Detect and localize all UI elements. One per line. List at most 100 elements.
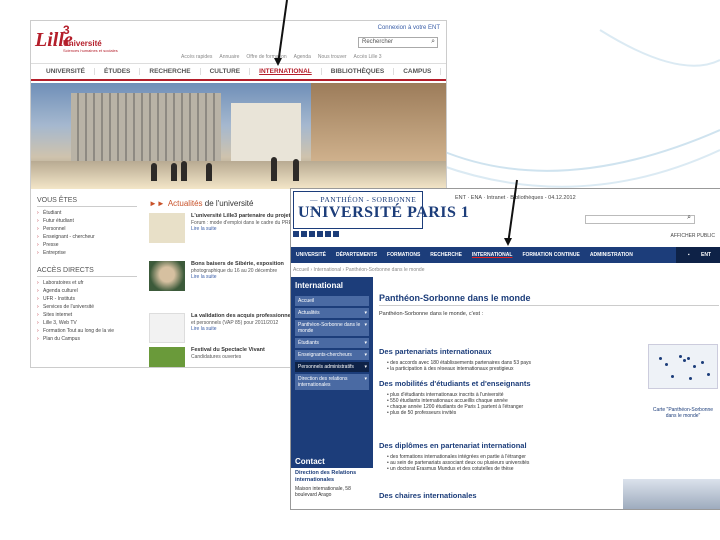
lock-icon: ▪: [687, 252, 691, 258]
bullet-list: • plus d'étudiants internationaux inscri…: [387, 392, 524, 416]
quicklink[interactable]: Accès rapides: [181, 54, 212, 60]
map-caption[interactable]: Carte "Panthéon-Sorbonne dans le monde": [648, 407, 718, 419]
social-icon[interactable]: [309, 231, 315, 237]
news-title[interactable]: Bons baisers de Sibérie, exposition: [191, 261, 284, 267]
nav-item-etudes[interactable]: ÉTUDES: [95, 68, 141, 75]
ent-button[interactable]: ▪ ENT: [675, 247, 720, 263]
social-icon[interactable]: [317, 231, 323, 237]
social-icon[interactable]: [325, 231, 331, 237]
annotation-arrow-head: [274, 58, 282, 66]
section-title: VOUS ÊTES: [37, 195, 137, 207]
news-heading-suffix: de l'université: [204, 199, 254, 208]
paris1-main-nav: UNIVERSITÉ DÉPARTEMENTS FORMATIONS RECHE…: [291, 247, 720, 263]
quicklink[interactable]: Annuaire: [219, 54, 239, 60]
news-title[interactable]: L'université Lille3 partenaire du projet: [191, 213, 290, 219]
list-item[interactable]: Personnel: [37, 225, 137, 233]
logo-universite-paris1: UNIVERSITÉ PARIS 1: [298, 204, 470, 221]
news-desc: photographique du 16 au 20 décembre Lire …: [191, 268, 278, 280]
list-item[interactable]: Étudiant: [37, 209, 137, 217]
social-icon[interactable]: [333, 231, 339, 237]
breadcrumb[interactable]: Accueil › International › Panthéon-Sorbo…: [293, 267, 424, 273]
bullet-list: • des formations internationales intégré…: [387, 454, 530, 472]
list-item[interactable]: Services de l'université: [37, 303, 137, 311]
double-arrow-icon: ►►: [149, 199, 165, 208]
sidebar-item[interactable]: Étudiants ▾: [295, 338, 369, 348]
social-icons: [291, 231, 339, 237]
list-item[interactable]: Entreprise: [37, 249, 137, 257]
world-map-thumbnail[interactable]: [648, 344, 718, 389]
quicklink[interactable]: Accès Lille 3: [354, 54, 382, 60]
chevron-down-icon: ▾: [364, 364, 367, 370]
list-item[interactable]: Formation Tout au long de la vie: [37, 327, 137, 335]
list-item[interactable]: Plan du Campus: [37, 335, 137, 343]
nav-item-bibliotheques[interactable]: BIBLIOTHÈQUES: [322, 68, 395, 75]
paris1-website-screenshot: — PANTHÉON - SORBONNE — UNIVERSITÉ PARIS…: [290, 188, 720, 510]
search-input[interactable]: [585, 215, 695, 224]
social-icon[interactable]: [301, 231, 307, 237]
sidebar-item[interactable]: Actualités ▾: [295, 308, 369, 318]
social-icon[interactable]: [293, 231, 299, 237]
sidebar-item[interactable]: Direction des relations internationales ▾: [295, 374, 369, 390]
sidebar-item-active[interactable]: Personnels administratifs ▾: [295, 362, 369, 372]
nav-item-international[interactable]: INTERNATIONAL: [467, 252, 517, 258]
nav-item-campus[interactable]: CAMPUS: [394, 68, 442, 75]
news-thumbnail: [149, 261, 185, 291]
chevron-down-icon: ▾: [364, 340, 367, 346]
quicklink[interactable]: Nous trouver: [318, 54, 347, 60]
nav-item-recherche[interactable]: RECHERCHE: [140, 68, 201, 75]
search-icon[interactable]: ⌕: [687, 214, 691, 222]
list-item[interactable]: UFR - Instituts: [37, 295, 137, 303]
news-desc: Candidatures ouvertes: [191, 354, 242, 360]
news-thumbnail: [149, 313, 185, 343]
logo-number: 3: [63, 23, 70, 37]
lille-logo[interactable]: Lille 3 Université Sciences humaines et …: [35, 23, 123, 57]
list-item[interactable]: Futur étudiant: [37, 217, 137, 225]
section-heading: Des partenariats internationaux: [379, 347, 492, 356]
list-item[interactable]: Sites internet: [37, 311, 137, 319]
news-heading: ►► Actualités de l'université: [149, 199, 253, 208]
paris1-logo[interactable]: — PANTHÉON - SORBONNE — UNIVERSITÉ PARIS…: [293, 191, 469, 229]
paris1-header: — PANTHÉON - SORBONNE — UNIVERSITÉ PARIS…: [291, 189, 720, 241]
news-thumbnail: [149, 347, 185, 367]
list-item[interactable]: Enseignant - chercheur: [37, 233, 137, 241]
sidebar-item[interactable]: Panthéon-Sorbonne dans le monde ▾: [295, 320, 369, 336]
nav-item-recherche[interactable]: RECHERCHE: [425, 252, 467, 258]
nav-item-universite[interactable]: UNIVERSITÉ: [37, 68, 96, 75]
news-title[interactable]: Festival du Spectacle Vivant: [191, 347, 265, 353]
lille-header: Lille 3 Université Sciences humaines et …: [31, 21, 446, 63]
contact-name[interactable]: Direction des Relations internationales: [291, 468, 373, 486]
page-intro: Panthéon-Sorbonne dans le monde, c'est :: [379, 311, 484, 317]
building-photo: [623, 479, 720, 509]
nav-item-culture[interactable]: CULTURE: [201, 68, 251, 75]
nav-item-formations[interactable]: FORMATIONS: [382, 252, 425, 258]
search-input[interactable]: Rechercher ⌕: [358, 37, 438, 48]
page-title: Panthéon-Sorbonne dans le monde: [379, 293, 719, 306]
list-item[interactable]: Laboratoires et ufr: [37, 279, 137, 287]
chevron-down-icon: ▾: [364, 322, 367, 328]
campus-banner-photo: [31, 83, 446, 189]
search-placeholder: Rechercher: [362, 39, 394, 45]
sidebar-item[interactable]: Accueil: [295, 296, 369, 306]
list-item[interactable]: Lille 3, Web TV: [37, 319, 137, 327]
nav-item-international[interactable]: INTERNATIONAL: [250, 68, 322, 75]
list-item[interactable]: Agenda culturel: [37, 287, 137, 295]
quicklink[interactable]: Agenda: [294, 54, 311, 60]
contact-address: Maison internationale, 58 boulevard Arag…: [295, 486, 351, 498]
news-heading-highlight: Actualités: [167, 199, 203, 208]
news-title[interactable]: La validation des acquis professionnels: [191, 313, 295, 319]
paris1-sidebar: International Accueil Actualités ▾ Panthé…: [291, 277, 373, 509]
section-heading: Des chaires internationales: [379, 491, 477, 500]
nav-item-departements[interactable]: DÉPARTEMENTS: [331, 252, 382, 258]
news-thumbnail: [149, 213, 185, 243]
paris1-main-content: Panthéon-Sorbonne dans le monde Panthéon…: [379, 293, 719, 317]
ent-login-link[interactable]: Connexion à votre ENT: [378, 25, 440, 31]
sidebar-item[interactable]: Enseignants-chercheurs ▾: [295, 350, 369, 360]
nav-item-universite[interactable]: UNIVERSITÉ: [291, 252, 331, 258]
public-display-link[interactable]: AFFICHER PUBLIC: [671, 233, 715, 239]
section-title: ACCÈS DIRECTS: [37, 265, 137, 277]
news-desc: et personnels (VAP 85) pour 2011/2012 Lir…: [191, 320, 279, 332]
nav-item-formation-continue[interactable]: FORMATION CONTINUE: [517, 252, 584, 258]
search-icon[interactable]: ⌕: [431, 38, 435, 46]
list-item[interactable]: Presse: [37, 241, 137, 249]
nav-item-administration[interactable]: ADMINISTRATION: [585, 252, 638, 258]
